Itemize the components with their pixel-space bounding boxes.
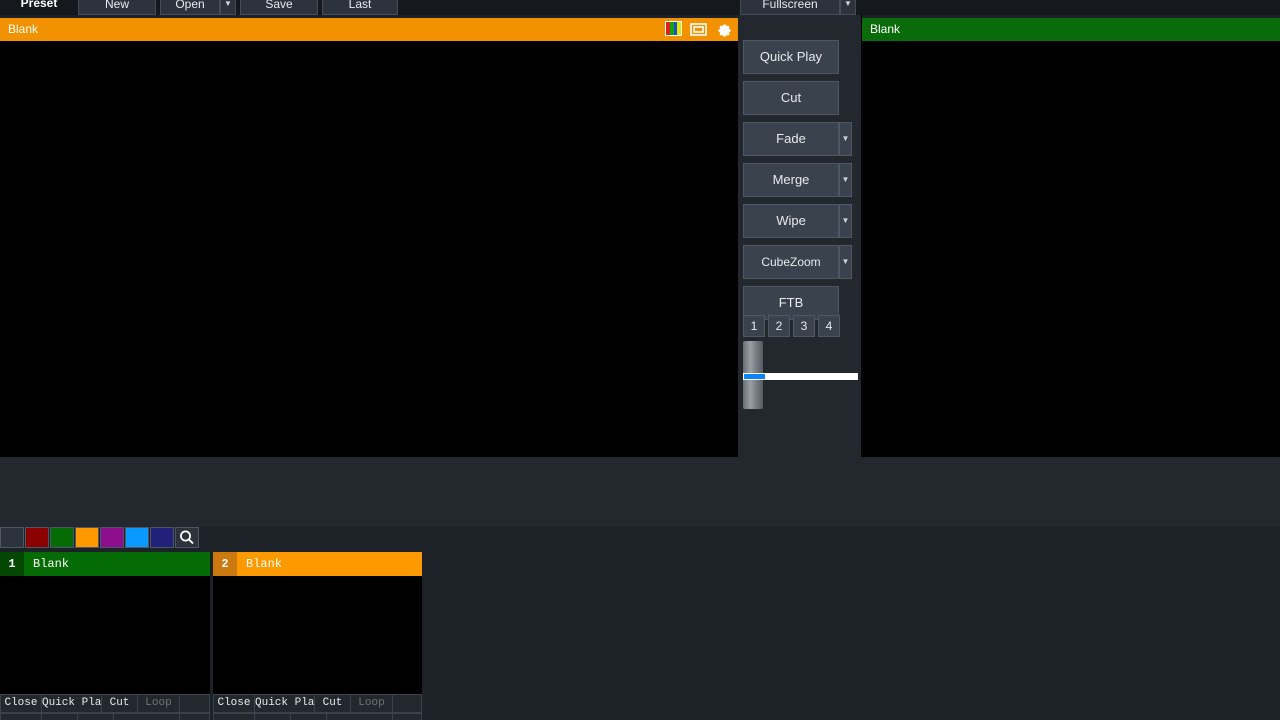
playlist-item-number: 1 [0,552,24,576]
playlist-extra-button-4[interactable] [327,713,393,720]
playlist-close-button[interactable]: Close [0,694,42,713]
open-button[interactable]: Open [160,0,220,15]
playlist-item-number: 2 [213,552,237,576]
playlist-extra-button-4[interactable] [114,713,180,720]
playlist-item[interactable]: 2 Blank Close Quick Play Cut Loop [213,552,422,720]
playlist-quick-play-button[interactable]: Quick Play [42,694,108,713]
transition-wipe-dropdown-arrow[interactable]: ▼ [839,204,852,238]
transition-wipe-button[interactable]: Wipe [743,204,839,238]
search-icon[interactable] [175,527,199,548]
transition-merge-button[interactable]: Merge [743,163,839,197]
swatch-none[interactable] [0,527,24,548]
swatch-magenta[interactable] [100,527,124,548]
playlist-extra-button-5[interactable] [393,713,422,720]
save-button[interactable]: Save [240,0,318,15]
last-button[interactable]: Last [322,0,398,15]
swatch-green[interactable] [50,527,74,548]
window-icon[interactable] [690,21,707,38]
transition-fade-dropdown-arrow[interactable]: ▼ [839,122,852,156]
middle-panel [0,457,1280,527]
transition-fade-button[interactable]: Fade [743,122,839,156]
playlist-item-controls: Close Quick Play Cut Loop [213,694,422,713]
playlist-extra-button[interactable] [180,694,210,713]
playlist-extra-button-2[interactable] [42,713,78,720]
swatch-orange[interactable] [75,527,99,548]
playlist-item-header: 2 Blank [213,552,422,576]
playlist-extra-button-1[interactable] [0,713,42,720]
playlist-item-header: 1 Blank [0,552,210,576]
playlist-extra-button-1[interactable] [213,713,255,720]
playlist-item-controls: Close Quick Play Cut Loop [0,694,210,713]
open-dropdown-arrow[interactable]: ▼ [220,0,236,15]
swatch-navy[interactable] [150,527,174,548]
preview-monitor-titlebar: Blank [0,18,738,41]
playlist-close-button[interactable]: Close [213,694,255,713]
playlist-item-controls-row2 [0,713,210,720]
playlist-item-controls-row2 [213,713,422,720]
playlist-extra-button-3[interactable] [78,713,114,720]
transition-cubezoom-dropdown-arrow[interactable]: ▼ [839,245,852,279]
t-bar-fader-track[interactable] [743,373,858,380]
playlist-extra-button-3[interactable] [291,713,327,720]
fullscreen-button[interactable]: Fullscreen [740,0,840,15]
playlist-quick-play-button[interactable]: Quick Play [255,694,321,713]
fullscreen-dropdown-arrow[interactable]: ▼ [840,0,856,15]
transition-quick-play-button[interactable]: Quick Play [743,40,839,74]
new-button[interactable]: New [78,0,156,15]
playlist-item-name: Blank [33,557,70,571]
top-toolbar: Preset New Open ▼ Save Last Fullscreen ▼ [0,0,1280,15]
preview-monitor-title: Blank [8,22,39,36]
program-monitor-title: Blank [870,22,901,36]
transition-cubezoom-button[interactable]: CubeZoom [743,245,839,279]
gear-icon[interactable] [715,21,732,38]
swatch-red[interactable] [25,527,49,548]
color-swatch-bar [0,527,1280,549]
playlist-loop-button: Loop [351,694,393,713]
playlist-item[interactable]: 1 Blank Close Quick Play Cut Loop [0,552,210,720]
program-monitor-titlebar: Blank [862,18,1280,41]
swatch-blue[interactable] [125,527,149,548]
playlist-item-thumbnail[interactable] [213,576,422,694]
preview-monitor-canvas[interactable] [0,41,738,457]
layer-button-3[interactable]: 3 [793,315,815,337]
layer-button-2[interactable]: 2 [768,315,790,337]
playlist-loop-button: Loop [138,694,180,713]
layer-button-4[interactable]: 4 [818,315,840,337]
program-monitor-canvas[interactable] [862,41,1280,457]
playlist-item-name: Blank [246,557,283,571]
playlist-extra-button[interactable] [393,694,422,713]
playlist-cut-button[interactable]: Cut [102,694,138,713]
playlist-extra-button-5[interactable] [180,713,210,720]
preview-titlebar-icons [665,21,732,38]
preset-label: Preset [20,0,58,10]
playlist-extra-button-2[interactable] [255,713,291,720]
color-bars-icon[interactable] [665,21,682,38]
transition-cut-button[interactable]: Cut [743,81,839,115]
playlist-item-thumbnail[interactable] [0,576,210,694]
app-window: Preset New Open ▼ Save Last Fullscreen ▼ Bla… [0,0,1280,720]
t-bar-fader-fill [744,374,765,379]
transition-merge-dropdown-arrow[interactable]: ▼ [839,163,852,197]
layer-button-1[interactable]: 1 [743,315,765,337]
playlist-cut-button[interactable]: Cut [315,694,351,713]
